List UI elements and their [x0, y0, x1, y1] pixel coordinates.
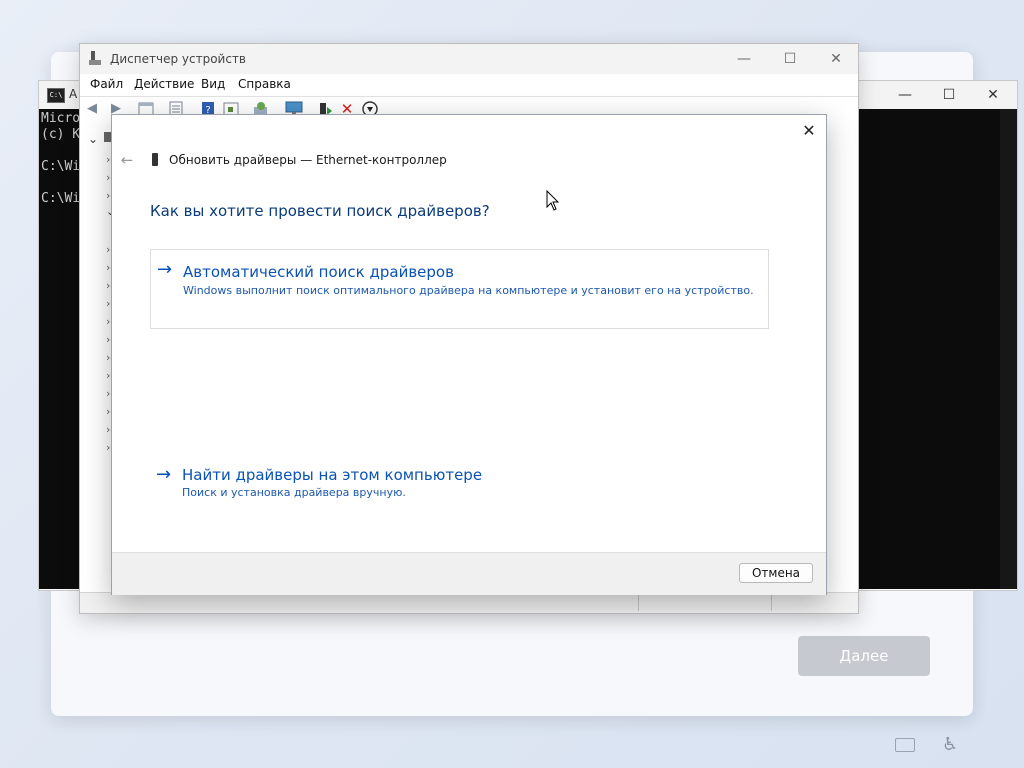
cmd-minimize-button[interactable]: —	[885, 85, 925, 105]
dialog-footer: Отмена	[112, 552, 826, 595]
cancel-button[interactable]: Отмена	[739, 563, 813, 583]
auto-search-description: Windows выполнит поиск оптимального драй…	[183, 284, 754, 297]
dm-status-bar	[80, 592, 858, 613]
dialog-back-button[interactable]: ←	[118, 151, 136, 169]
tree-root-chevron[interactable]: ⌄	[88, 132, 98, 146]
status-separator	[771, 595, 772, 611]
dialog-title: Обновить драйверы — Ethernet-контроллер	[169, 153, 447, 167]
cmd-scrollbar[interactable]	[1000, 109, 1017, 589]
dm-close-button[interactable]: ✕	[814, 49, 858, 69]
dm-menu-bar: Файл Действие Вид Справка	[80, 74, 858, 96]
auto-search-title: Автоматический поиск драйверов	[183, 263, 454, 281]
accessibility-icon[interactable]: ♿	[942, 734, 958, 755]
dialog-question: Как вы хотите провести поиск драйверов?	[150, 202, 490, 220]
status-separator	[638, 595, 639, 611]
menu-file[interactable]: Файл	[90, 77, 123, 91]
dm-maximize-button[interactable]: ☐	[768, 49, 812, 69]
arrow-right-icon: →	[157, 259, 173, 280]
network-device-icon	[152, 153, 158, 166]
back-icon[interactable]: ◀	[84, 101, 100, 117]
dialog-close-button[interactable]: ✕	[798, 121, 820, 141]
menu-action[interactable]: Действие	[134, 77, 194, 91]
dm-title: Диспетчер устройств	[110, 52, 247, 66]
mouse-cursor-icon	[546, 190, 560, 211]
browse-computer-option[interactable]: → Найти драйверы на этом компьютере Поис…	[150, 461, 769, 507]
device-manager-icon	[89, 51, 101, 65]
browse-computer-description: Поиск и установка драйвера вручную.	[182, 486, 406, 499]
browse-computer-title: Найти драйверы на этом компьютере	[182, 466, 483, 484]
dm-title-bar[interactable]: Диспетчер устройств — ☐ ✕	[80, 44, 858, 74]
menu-view[interactable]: Вид	[201, 77, 225, 91]
cmd-title: А	[69, 87, 78, 101]
auto-search-option[interactable]: → Автоматический поиск драйверов Windows…	[150, 249, 769, 329]
dm-minimize-button[interactable]: —	[722, 49, 766, 69]
keyboard-icon[interactable]	[895, 738, 915, 752]
next-button[interactable]: Далее	[798, 636, 930, 676]
cmd-close-button[interactable]: ✕	[973, 85, 1013, 105]
arrow-right-icon: →	[156, 464, 172, 485]
cmd-maximize-button[interactable]: ☐	[929, 85, 969, 105]
cmd-icon: C:\	[47, 88, 65, 103]
menu-help[interactable]: Справка	[238, 77, 291, 91]
update-drivers-dialog: ✕ ← Обновить драйверы — Ethernet-контрол…	[111, 114, 827, 595]
